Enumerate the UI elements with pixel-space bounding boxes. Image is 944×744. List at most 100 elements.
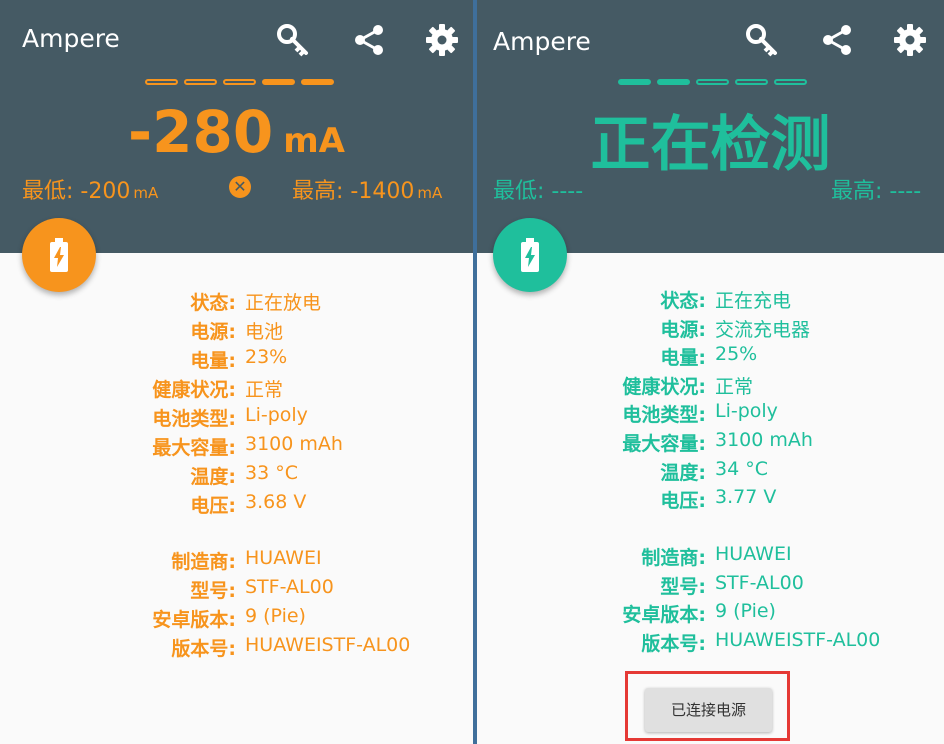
max-label: 最高: ---- [831, 179, 922, 204]
level-segment [223, 79, 256, 85]
info-row: 健康状况: 正常 [477, 372, 944, 401]
info-row: 最大容量: 3100 mAh [477, 429, 944, 458]
level-segment [774, 79, 807, 85]
info-key: 安卓版本: [622, 604, 706, 627]
info-value: 正常 [715, 375, 754, 398]
gear-icon[interactable] [424, 22, 460, 58]
info-value: 34 °C [715, 457, 768, 480]
info-row: 温度: 33 °C [0, 462, 473, 491]
info-row: 电源: 交流充电器 [477, 315, 944, 344]
info-value: Li-poly [245, 404, 308, 426]
current-unit: mA [283, 121, 345, 161]
info-key: 健康状况: [622, 375, 706, 398]
info-key: 状态: [660, 290, 706, 312]
level-segment [735, 79, 768, 85]
info-row: 电源: 电池 [0, 317, 473, 346]
info-value: 电池 [245, 321, 284, 343]
charge-level-indicator [618, 79, 807, 87]
info-value: HUAWEISTF-AL00 [245, 634, 411, 656]
battery-charging-icon [50, 238, 68, 272]
left-screen: Ampere -280 mA 最低: -200 mA ✕ 最高: -1400 mA 状… [0, 0, 473, 744]
info-value: HUAWEISTF-AL00 [715, 628, 881, 651]
info-key: 温度: [660, 461, 706, 484]
min-unit: mA [133, 184, 159, 202]
info-key: 型号: [190, 580, 236, 602]
info-key: 电源: [190, 321, 236, 343]
info-key: 电池类型: [622, 404, 706, 427]
app-header: Ampere 正在检测 最低: ---- 最高: ---- [477, 0, 944, 253]
info-value: 23% [245, 346, 288, 368]
info-value: 正在放电 [245, 292, 322, 314]
info-key: 电压: [190, 495, 236, 517]
info-key: 电量: [660, 347, 706, 370]
info-row: 型号: STF-AL00 [0, 576, 473, 605]
info-row: 版本号: HUAWEISTF-AL00 [0, 634, 473, 663]
highlight-box [625, 671, 790, 741]
info-key: 安卓版本: [152, 609, 236, 631]
info-row: 电压: 3.77 V [477, 486, 944, 515]
info-key: 最大容量: [152, 437, 236, 459]
info-value: 3.77 V [715, 486, 777, 509]
current-reading: -280 mA [0, 98, 473, 166]
info-row: 状态: 正在充电 [477, 286, 944, 315]
info-value: HUAWEI [715, 543, 792, 565]
min-reading: 最低: -200 mA [22, 173, 158, 205]
info-key: 制造商: [641, 547, 706, 569]
info-value: STF-AL00 [715, 571, 804, 594]
level-segment [696, 79, 729, 85]
info-row: 状态: 正在放电 [0, 288, 473, 317]
info-key: 制造商: [171, 551, 236, 573]
info-row: 电量: 25% [477, 343, 944, 372]
info-key: 温度: [190, 466, 236, 488]
info-value: 正常 [245, 379, 284, 401]
info-value: 33 °C [245, 462, 298, 484]
charge-level-indicator [145, 79, 334, 87]
max-label: 最高: -1400 [292, 179, 415, 204]
current-reading: 正在检测 [477, 96, 944, 183]
key-icon[interactable] [275, 22, 311, 58]
reset-minmax-icon[interactable]: ✕ [229, 176, 251, 198]
info-row: 健康状况: 正常 [0, 375, 473, 404]
min-reading: 最低: ---- [493, 173, 583, 205]
current-value: 正在检测 [590, 110, 831, 180]
info-value: 9 (Pie) [715, 600, 776, 623]
info-key: 电量: [190, 350, 236, 372]
gear-icon[interactable] [892, 22, 928, 58]
min-label: 最低: -200 [22, 179, 131, 204]
share-icon[interactable] [351, 22, 387, 58]
share-icon[interactable] [819, 22, 855, 58]
level-segment [301, 79, 334, 85]
info-key: 最大容量: [622, 433, 706, 455]
info-value: Li-poly [715, 400, 778, 423]
info-key: 版本号: [171, 638, 236, 660]
info-key: 版本号: [641, 632, 706, 655]
level-segment [618, 79, 651, 85]
max-reading: 最高: -1400 mA [292, 173, 442, 205]
info-row: 安卓版本: 9 (Pie) [0, 605, 473, 634]
info-value: 9 (Pie) [245, 605, 306, 627]
battery-fab[interactable] [493, 218, 567, 292]
level-segment [262, 79, 295, 85]
info-value: STF-AL00 [245, 576, 334, 598]
info-value: 正在充电 [715, 290, 792, 312]
max-unit: mA [417, 184, 443, 202]
info-key: 电源: [660, 318, 706, 341]
info-value: 3100 mAh [245, 433, 343, 455]
info-row: 电池类型: Li-poly [0, 404, 473, 433]
info-key: 电压: [660, 490, 706, 513]
level-segment [184, 79, 217, 85]
info-key: 健康状况: [152, 379, 236, 401]
max-reading: 最高: ---- [831, 173, 921, 205]
info-key: 电池类型: [152, 408, 236, 430]
info-key: 型号: [660, 575, 706, 598]
info-row: 制造商: HUAWEI [477, 543, 944, 572]
battery-fab[interactable] [22, 218, 96, 292]
key-icon[interactable] [744, 22, 780, 58]
level-segment [145, 79, 178, 85]
info-row: 安卓版本: 9 (Pie) [477, 600, 944, 629]
app-title: Ampere [22, 24, 120, 53]
info-value: 交流充电器 [715, 318, 811, 341]
battery-charging-icon [521, 238, 539, 272]
info-row: 电量: 23% [0, 346, 473, 375]
info-row: 最大容量: 3100 mAh [0, 433, 473, 462]
